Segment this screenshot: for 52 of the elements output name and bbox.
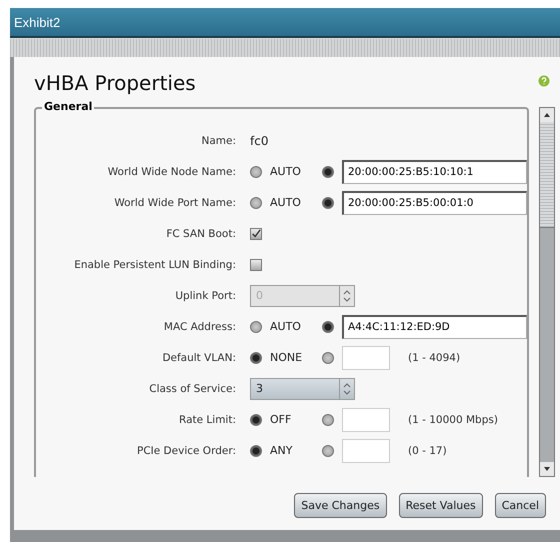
- radio-button[interactable]: [250, 444, 262, 456]
- radio-button[interactable]: [250, 320, 262, 332]
- option-label: AUTO: [270, 320, 302, 333]
- radio-button[interactable]: [322, 444, 334, 456]
- option-label: NONE: [270, 351, 304, 364]
- field-label: Class of Service:: [148, 382, 236, 394]
- radio-button[interactable]: [250, 414, 262, 426]
- scrollbar[interactable]: [539, 107, 555, 477]
- dialog-button[interactable]: Save Changes: [294, 493, 387, 518]
- field-label: MAC Address:: [162, 320, 236, 332]
- radio-button[interactable]: [250, 352, 262, 364]
- radio-button[interactable]: [250, 166, 262, 178]
- dialog-button[interactable]: Cancel: [494, 493, 546, 518]
- range-hint: (0 - 17): [408, 444, 447, 456]
- radio-button[interactable]: [322, 196, 334, 208]
- dialog-button[interactable]: Reset Values: [398, 493, 483, 518]
- radio-button[interactable]: [322, 414, 334, 426]
- scroll-down-icon[interactable]: [540, 462, 554, 476]
- option-label: ANY: [270, 444, 294, 457]
- radio-button[interactable]: [322, 320, 334, 332]
- input-field[interactable]: 20:00:00:25:B5:10:10:1: [342, 160, 527, 184]
- field-label: Enable Persistent LUN Binding:: [73, 258, 236, 270]
- field-label: Rate Limit:: [178, 414, 236, 426]
- field-label: Default VLAN:: [161, 352, 236, 364]
- range-hint: (1 - 10000 Mbps): [408, 414, 498, 426]
- radio-button[interactable]: [322, 352, 334, 364]
- option-label: OFF: [270, 413, 292, 426]
- radio-button[interactable]: [250, 196, 262, 208]
- checkbox[interactable]: [250, 228, 262, 240]
- field-label: PCIe Device Order:: [136, 444, 236, 456]
- field-label: Uplink Port:: [174, 290, 236, 302]
- field-value: fc0: [250, 134, 268, 148]
- radio-button[interactable]: [322, 166, 334, 178]
- dialog-title: vHBA Properties: [34, 71, 196, 95]
- field-label: FC SAN Boot:: [165, 228, 236, 240]
- input-field[interactable]: 20:00:00:25:B5:00:01:0: [342, 190, 527, 214]
- field-label: World Wide Node Name:: [106, 166, 236, 178]
- option-label: AUTO: [270, 165, 302, 178]
- checkbox[interactable]: [250, 258, 262, 270]
- option-label: AUTO: [270, 196, 302, 209]
- help-icon[interactable]: [538, 75, 550, 87]
- input-field[interactable]: [342, 346, 390, 370]
- window-title: Exhibit2: [14, 14, 60, 30]
- input-field[interactable]: A4:4C:11:12:ED:9D: [342, 314, 527, 338]
- dropdown[interactable]: 3: [250, 378, 355, 400]
- input-field[interactable]: [342, 438, 390, 462]
- field-label: Name:: [200, 134, 236, 146]
- field-label: World Wide Port Name:: [113, 196, 236, 208]
- range-hint: (1 - 4094): [408, 352, 460, 364]
- section-title: General: [42, 100, 94, 113]
- scroll-up-icon[interactable]: [540, 108, 554, 122]
- input-field[interactable]: [342, 408, 390, 432]
